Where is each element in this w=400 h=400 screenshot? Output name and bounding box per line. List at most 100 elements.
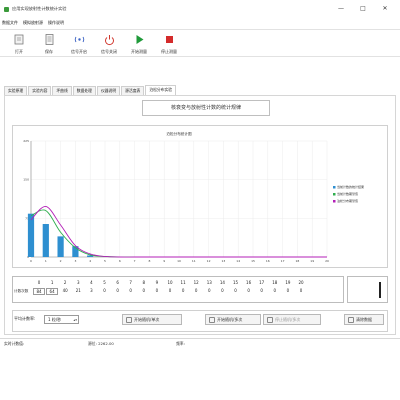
- tab-data-processing[interactable]: 数据处理: [72, 86, 96, 95]
- x-tick-label: 19: [310, 259, 314, 263]
- open-button[interactable]: 打开: [4, 30, 34, 56]
- start-single-button[interactable]: 开始随机/单次: [122, 314, 182, 325]
- x-tick-label: 4: [89, 259, 91, 263]
- x-tick-label: 10: [177, 259, 181, 263]
- count-value-cell: 0: [299, 288, 303, 293]
- count-value-cell: 0: [221, 288, 224, 293]
- stop-icon: [165, 36, 173, 43]
- count-header-cell: 12: [193, 280, 199, 285]
- x-tick-label: 16: [266, 259, 270, 263]
- count-value-cell: 0: [286, 288, 290, 293]
- tab-instrument[interactable]: 仪器说明: [96, 86, 121, 95]
- count-header-cell: 8: [142, 280, 146, 285]
- digit-segment: [379, 282, 381, 298]
- folder-icon: [14, 34, 23, 45]
- chart-heading: 核衰变与放射性计数的统计规律: [142, 100, 270, 116]
- menu-bar: 数据文件 模拟放射源 操作说明: [0, 18, 400, 28]
- count-value-cell: 0: [194, 288, 198, 293]
- digit-display: [347, 276, 388, 303]
- count-header-cell: 5: [103, 280, 106, 285]
- count-header-cell: 4: [90, 280, 93, 285]
- signal-on-button[interactable]: 信号开启: [64, 30, 94, 56]
- signal-off-button[interactable]: 信号关闭: [94, 30, 124, 56]
- stop-measure-label: 停止测量: [161, 49, 177, 54]
- clear-data-button[interactable]: 清除数据: [344, 314, 384, 325]
- start-single-label: 开始随机/单次: [134, 317, 160, 322]
- x-tick-label: 5: [104, 259, 106, 263]
- count-header-cell: 20: [298, 280, 304, 285]
- count-value-cell: 84: [33, 288, 45, 295]
- save-label: 保存: [45, 49, 53, 54]
- x-tick-label: 0: [30, 259, 32, 263]
- count-header-cell: 6: [116, 280, 119, 285]
- clear-data-label: 清除数据: [356, 317, 372, 322]
- count-value-cell: 0: [155, 288, 159, 293]
- menu-instructions[interactable]: 操作说明: [48, 20, 64, 26]
- bar: [27, 213, 35, 257]
- count-value-cell: 3: [90, 288, 93, 293]
- tab-content[interactable]: 实验内容: [28, 86, 52, 95]
- count-header-cell: 14: [219, 280, 225, 285]
- count-header-cell: 18: [272, 280, 278, 285]
- tab-strip: 实验原理 实验内容 坪曲线 数据处理 仪器说明 源活度表 泊松分布实验: [4, 85, 177, 95]
- chart-frame: 泊松分布统计图012345678910111213141516171819200…: [12, 125, 388, 268]
- x-tick-label: 15: [251, 259, 255, 263]
- count-header-cell: 15: [232, 280, 239, 285]
- count-value-cell: 0: [273, 288, 277, 293]
- count-header-cell: 0: [37, 280, 41, 285]
- count-row-label: 计数次数: [14, 289, 29, 293]
- count-header-cell: 1: [50, 280, 54, 285]
- start-multi-button[interactable]: 开始随机/多次: [205, 314, 261, 325]
- signal-on-label: 信号开启: [71, 49, 87, 54]
- status-source: 源位: 2262.00: [88, 341, 114, 346]
- count-header-cell: 10: [167, 280, 173, 285]
- window-title: 应用实现放射性计数统计实验: [12, 6, 67, 11]
- count-value-cell: 0: [234, 288, 237, 293]
- status-frequency: 频率:: [176, 341, 185, 346]
- save-button[interactable]: 保存: [34, 30, 64, 56]
- open-label: 打开: [15, 49, 23, 54]
- maximize-button[interactable]: □: [352, 0, 374, 18]
- stepper-icon: ▴▾: [73, 318, 77, 322]
- clear-icon: [348, 317, 354, 323]
- power-icon: [104, 35, 114, 46]
- count-value-cell: 0: [116, 288, 119, 293]
- stop-multi-label: 停止随机/多次: [275, 317, 301, 322]
- legend-label: 当前计数期望值: [337, 191, 358, 196]
- count-value-cell: 0: [208, 288, 211, 293]
- count-header-cell: 16: [246, 280, 252, 285]
- count-header-cell: 7: [129, 280, 132, 285]
- count-header-cell: 11: [180, 280, 186, 285]
- count-header-cell: 3: [77, 280, 80, 285]
- tab-plateau-curve[interactable]: 坪曲线: [52, 86, 72, 95]
- count-value-cell: 0: [181, 288, 185, 293]
- minimize-button[interactable]: —: [330, 0, 352, 18]
- legend-label: 泊松分布期望值: [337, 198, 358, 203]
- count-value-cell: 0: [168, 288, 172, 293]
- list-icon: [209, 317, 215, 323]
- rate-label: 平均计数率:: [14, 316, 36, 321]
- menu-data-file[interactable]: 数据文件: [2, 20, 18, 26]
- stop-multi-button[interactable]: 停止随机/多次: [263, 314, 321, 325]
- tab-poisson[interactable]: 泊松分布实验: [145, 85, 177, 95]
- rate-select[interactable]: 1 粒/秒 ▴▾: [44, 315, 79, 324]
- rate-value: 1 粒/秒: [48, 317, 62, 322]
- stop-measure-button[interactable]: 停止测量: [154, 30, 184, 56]
- x-tick-label: 18: [295, 259, 299, 263]
- tab-principle[interactable]: 实验原理: [4, 86, 28, 95]
- start-measure-button[interactable]: 开始测量: [124, 30, 154, 56]
- legend-swatch: [333, 200, 336, 203]
- x-tick-label: 1: [45, 259, 47, 263]
- count-header-cell: 19: [285, 280, 291, 285]
- poisson-chart: 泊松分布统计图012345678910111213141516171819200…: [23, 131, 364, 263]
- count-value-cell: 0: [103, 288, 106, 293]
- x-tick-label: 3: [74, 259, 76, 263]
- window-controls: — □ ✕: [330, 0, 396, 18]
- close-button[interactable]: ✕: [374, 0, 396, 18]
- x-tick-label: 13: [221, 259, 225, 263]
- tab-source-activity[interactable]: 源活度表: [121, 86, 145, 95]
- menu-simulated-source[interactable]: 模拟放射源: [23, 20, 43, 26]
- legend-swatch: [333, 186, 336, 189]
- chart-title: 泊松分布统计图: [166, 131, 192, 136]
- bar: [42, 224, 49, 257]
